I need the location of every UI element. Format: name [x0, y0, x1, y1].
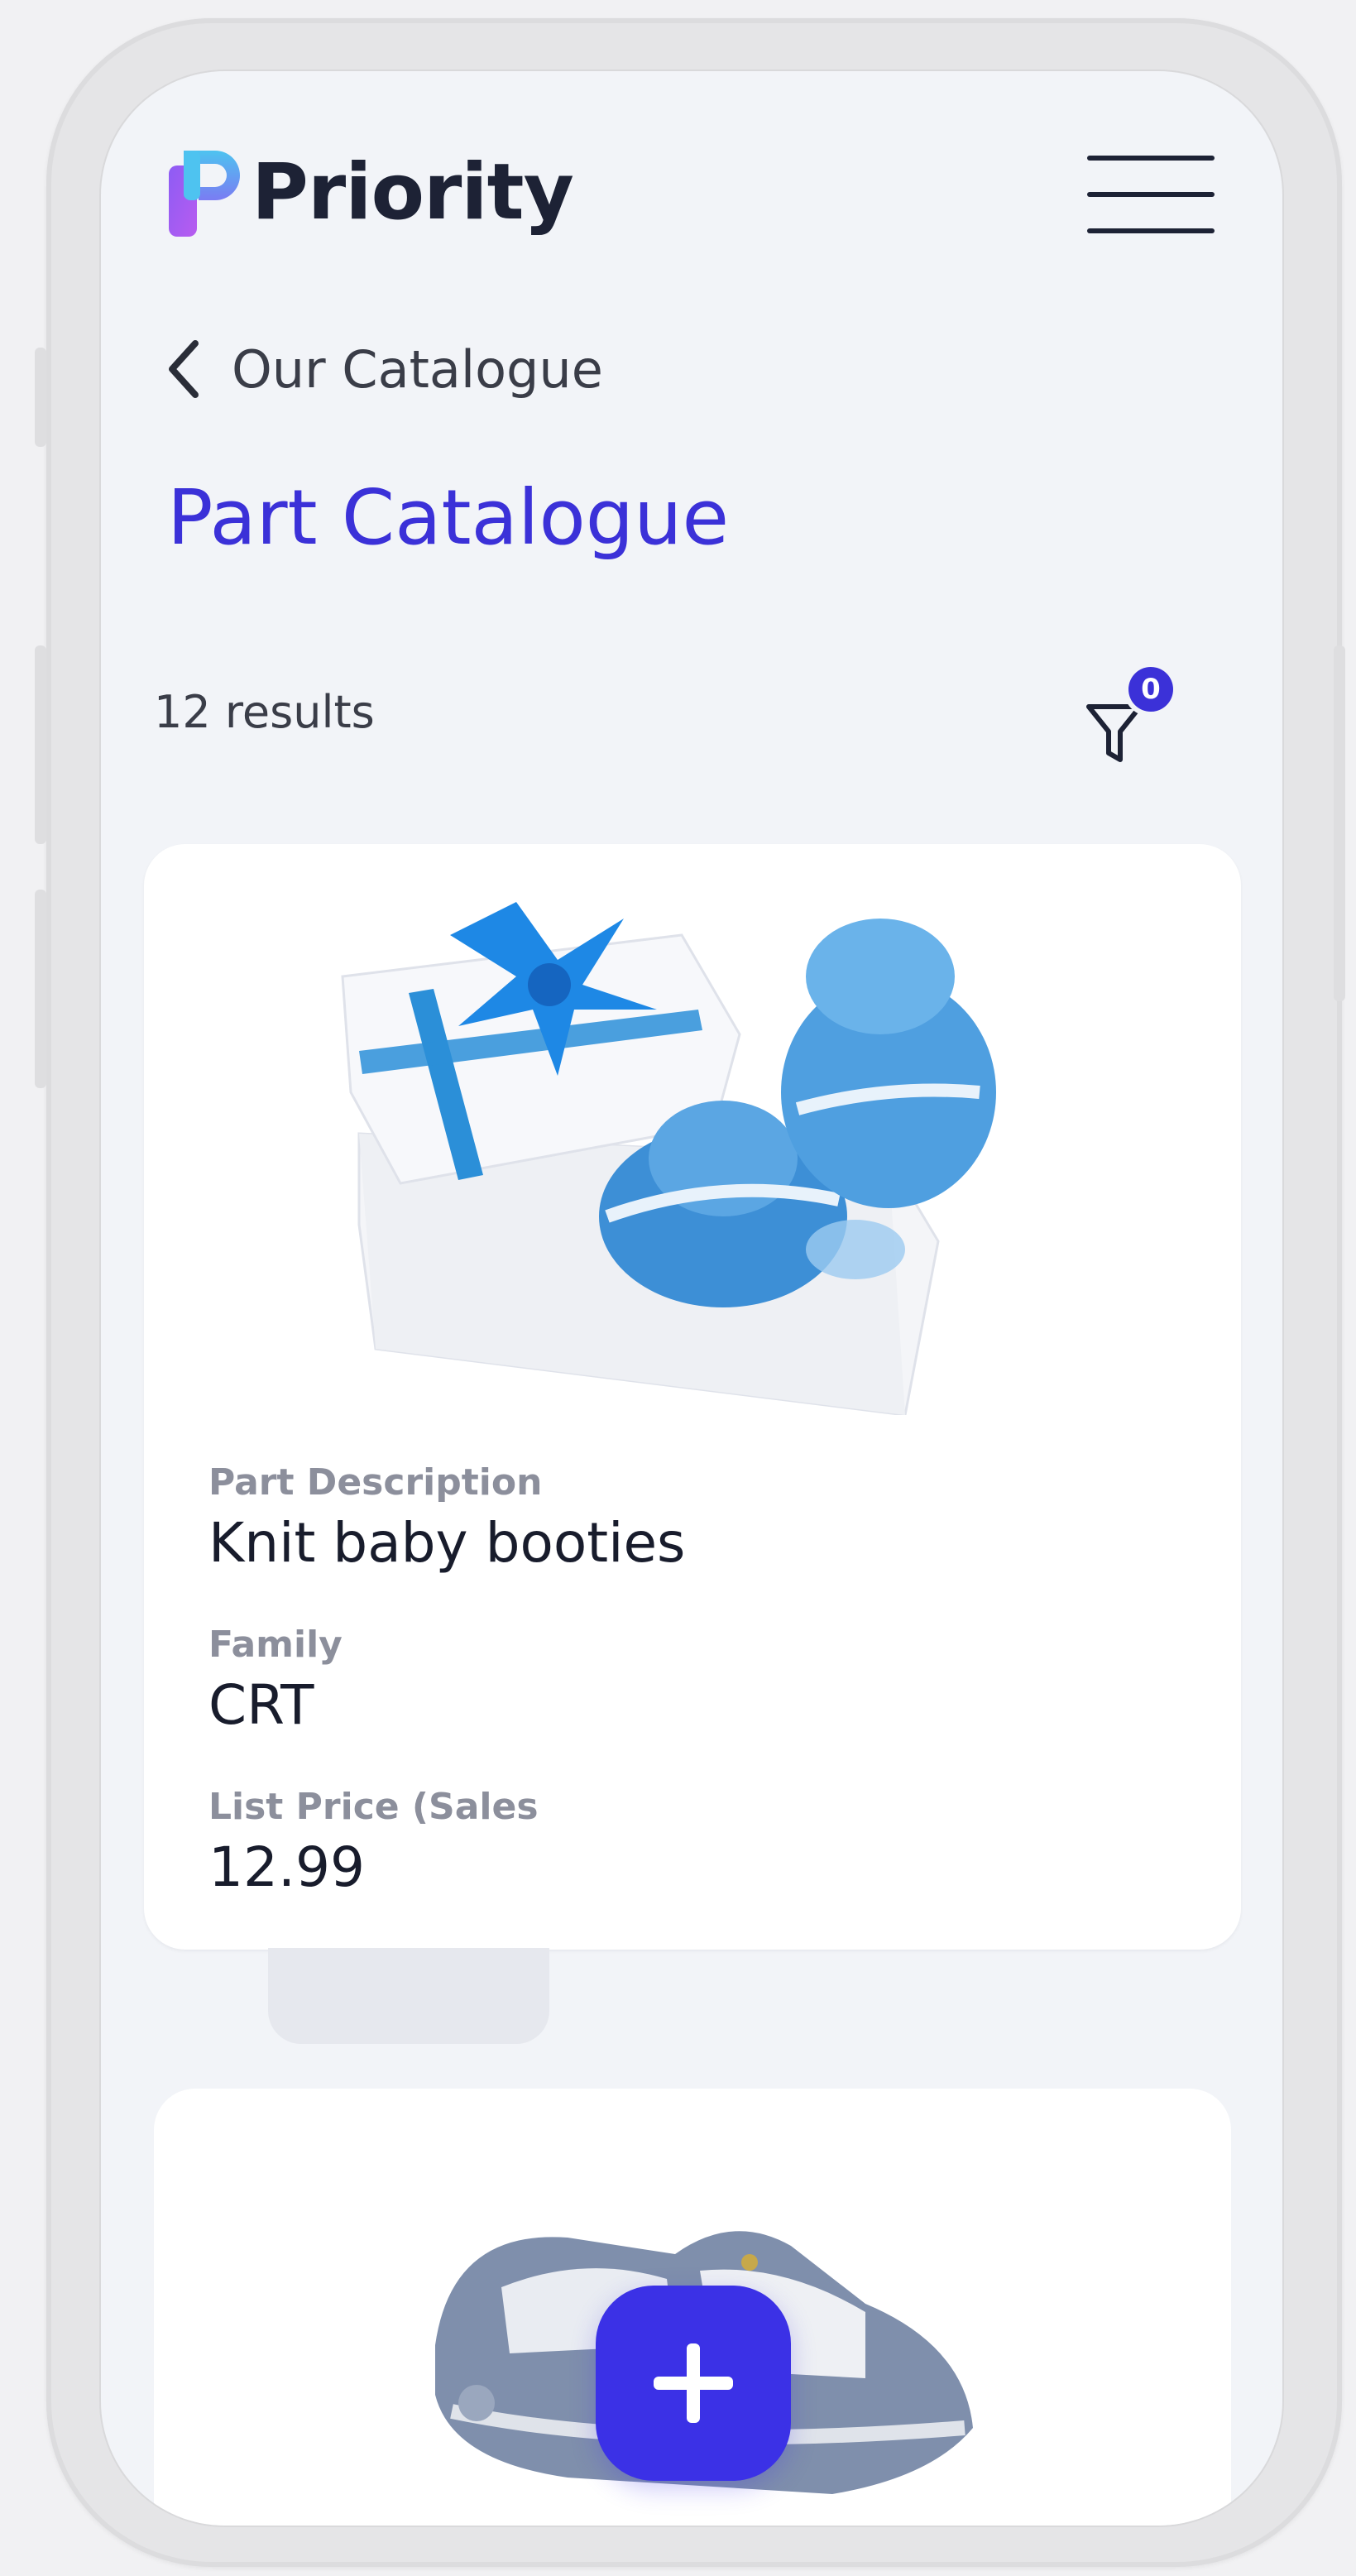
- catalogue-card[interactable]: Part Description Knit baby booties Famil…: [144, 844, 1241, 1950]
- card-stack-tab: [268, 1948, 549, 2044]
- hamburger-icon-line: [1087, 192, 1215, 197]
- list-price-label: List Price (Sales: [208, 1786, 539, 1828]
- chevron-left-icon: [169, 340, 199, 398]
- list-price-value: 12.99: [208, 1835, 365, 1899]
- product-image-baby-booties: [341, 902, 996, 1415]
- brand-name: Priority: [252, 147, 574, 237]
- family-label: Family: [208, 1624, 343, 1666]
- filter-button[interactable]: 0: [1077, 667, 1193, 775]
- filter-count-badge: 0: [1128, 667, 1173, 712]
- part-description-label: Part Description: [208, 1461, 543, 1504]
- device-side-button: [35, 645, 46, 844]
- priority-logo-icon: [169, 151, 240, 237]
- app-header: Priority: [101, 71, 1282, 319]
- part-description-value: Knit baby booties: [208, 1511, 686, 1575]
- device-side-button: [35, 348, 46, 447]
- breadcrumb-back-link[interactable]: Our Catalogue: [159, 319, 603, 419]
- plus-icon: [654, 2343, 733, 2423]
- hamburger-icon-line: [1087, 228, 1215, 233]
- family-value: CRT: [208, 1673, 314, 1737]
- phone-screen: Priority Our Catalogue Part Catalogue 12…: [101, 71, 1282, 2526]
- hamburger-menu-button[interactable]: [1087, 156, 1215, 238]
- hamburger-icon: [1087, 156, 1215, 161]
- add-button[interactable]: [596, 2286, 791, 2481]
- device-side-button: [1334, 645, 1345, 1001]
- page-title: Part Catalogue: [167, 473, 730, 562]
- device-side-button: [35, 890, 46, 1088]
- breadcrumb-label: Our Catalogue: [232, 338, 603, 400]
- results-count: 12 results: [154, 686, 375, 738]
